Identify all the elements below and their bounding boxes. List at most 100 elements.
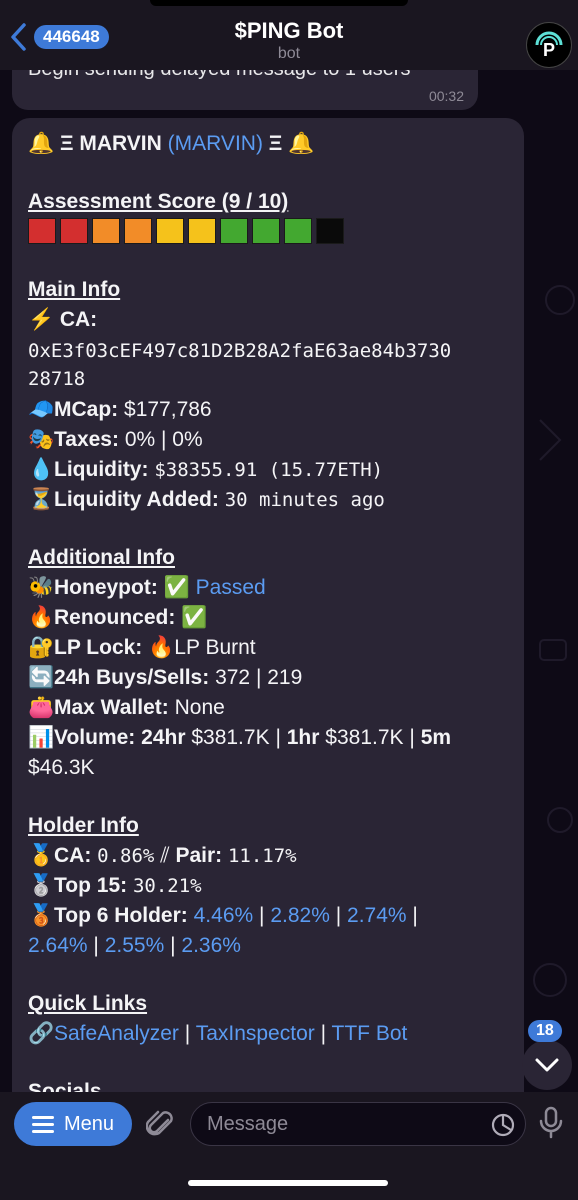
- token-name: MARVIN: [79, 132, 162, 155]
- top15-value: 30.21%: [132, 875, 202, 897]
- composer-bar: Menu Message: [0, 1092, 578, 1200]
- menu-label: Menu: [63, 1112, 115, 1135]
- holder-link[interactable]: 2.64%: [28, 934, 88, 957]
- renounced-row: 🔥Renounced: ✅: [28, 606, 207, 630]
- menu-button[interactable]: Menu: [14, 1102, 132, 1146]
- token-alert-message[interactable]: 🔔 Ξ MARVIN (MARVIN) Ξ 🔔 Assessment Score…: [12, 118, 524, 1118]
- main-info-heading: Main Info: [28, 278, 121, 301]
- mcap-row: 🧢MCap: $177,786: [28, 398, 212, 422]
- cap-icon: 🧢: [28, 398, 55, 421]
- separator: |: [259, 904, 265, 927]
- message-input[interactable]: Message: [190, 1102, 526, 1146]
- bar-chart-icon: 📊: [28, 726, 55, 749]
- hourglass-icon: ⏳: [28, 488, 55, 511]
- assessment-heading: Assessment Score (9 / 10): [28, 190, 289, 213]
- buys-sells-row: 🔄24h Buys/Sells: 372 | 219: [28, 666, 302, 690]
- score-square: [92, 218, 120, 244]
- contract-address-line2[interactable]: 28718: [28, 368, 85, 390]
- liquidity-added-value: 30 minutes ago: [224, 489, 385, 511]
- silver-medal-icon: 🥈: [28, 874, 55, 897]
- microphone-icon[interactable]: [538, 1106, 564, 1140]
- pair-label: Pair:: [175, 844, 223, 867]
- max-wallet-row: 👛Max Wallet: None: [28, 696, 225, 720]
- ttf-bot-link[interactable]: TTF Bot: [332, 1022, 408, 1045]
- repeat-icon: 🔄: [28, 666, 55, 689]
- sticker-icon[interactable]: [491, 1113, 515, 1137]
- additional-info-heading: Additional Info: [28, 546, 175, 569]
- volume-5m-value: $46.3K: [28, 756, 95, 779]
- holder-link[interactable]: 4.46%: [194, 904, 254, 927]
- score-square: [252, 218, 280, 244]
- message-placeholder: Message: [207, 1112, 289, 1135]
- hamburger-icon: [31, 1116, 54, 1133]
- max-wallet-label: Max Wallet:: [54, 696, 169, 719]
- gold-medal-icon: 🥇: [28, 844, 55, 867]
- fire-icon: 🔥: [148, 636, 175, 659]
- honeypot-label: Honeypot:: [54, 576, 158, 599]
- xi-symbol: Ξ: [60, 132, 74, 155]
- quick-links-row: 🔗SafeAnalyzer | TaxInspector | TTF Bot: [28, 1022, 407, 1046]
- buys-sells-label: 24h Buys/Sells:: [54, 666, 210, 689]
- separator: |: [412, 904, 418, 927]
- separator: |: [275, 726, 281, 749]
- liquidity-added-row: ⏳Liquidity Added: 30 minutes ago: [28, 488, 385, 512]
- bell-icon: 🔔: [288, 132, 315, 155]
- tax-inspector-link[interactable]: TaxInspector: [196, 1022, 315, 1045]
- mcap-label: MCap:: [54, 398, 119, 421]
- score-square: [316, 218, 344, 244]
- chat-title[interactable]: $PING Bot: [0, 18, 578, 44]
- volume-row: 📊Volume: 24hr $381.7K | 1hr $381.7K | 5m: [28, 726, 451, 750]
- holder-link[interactable]: 2.82%: [270, 904, 330, 927]
- holder-ca-value: 0.86%: [97, 845, 155, 867]
- fire-icon: 🔥: [28, 606, 55, 629]
- score-square: [284, 218, 312, 244]
- volume-1hr-label: 1hr: [286, 726, 320, 749]
- top15-label: Top 15:: [54, 874, 128, 897]
- previous-message-time: 00:32: [428, 88, 464, 104]
- safe-analyzer-link[interactable]: SafeAnalyzer: [54, 1022, 179, 1045]
- top6-label: Top 6 Holder:: [54, 904, 188, 927]
- token-title: 🔔 Ξ MARVIN (MARVIN) Ξ 🔔: [28, 132, 314, 156]
- score-square: [188, 218, 216, 244]
- assessment-score-bar: [28, 218, 348, 244]
- liquidity-row: 💧Liquidity: $38355.91 (15.77ETH): [28, 458, 383, 482]
- bot-avatar[interactable]: P: [526, 22, 572, 68]
- volume-24hr-label: 24hr: [141, 726, 186, 749]
- buys-sells-value: 372 | 219: [215, 666, 303, 689]
- token-ticker-link[interactable]: (MARVIN): [168, 132, 263, 155]
- holder-ca-label: CA:: [54, 844, 92, 867]
- ping-logo-icon: P: [529, 25, 569, 65]
- link-icon: 🔗: [28, 1022, 55, 1045]
- holder-link[interactable]: 2.74%: [347, 904, 407, 927]
- volume-label: Volume:: [54, 726, 136, 749]
- liquidity-label: Liquidity:: [54, 458, 149, 481]
- masks-icon: 🎭: [28, 428, 55, 451]
- holder-link[interactable]: 2.55%: [105, 934, 165, 957]
- home-indicator: [188, 1180, 388, 1186]
- paperclip-icon[interactable]: [146, 1108, 176, 1142]
- liquidity-added-label: Liquidity Added:: [54, 488, 219, 511]
- contract-address-line1[interactable]: 0xE3f03cEF497c81D2B28A2faE63ae84b3730: [28, 340, 451, 362]
- svg-text:P: P: [543, 40, 555, 60]
- holder-link[interactable]: 2.36%: [181, 934, 241, 957]
- honeypot-passed-link[interactable]: Passed: [196, 576, 266, 599]
- separator: |: [170, 934, 176, 957]
- top6-row-cont: 2.64% | 2.55% | 2.36%: [28, 934, 241, 958]
- top6-row: 🥉Top 6 Holder: 4.46% | 2.82% | 2.74% |: [28, 904, 418, 928]
- bronze-medal-icon: 🥉: [28, 904, 55, 927]
- lp-lock-row: 🔐LP Lock: 🔥LP Burnt: [28, 636, 256, 660]
- chat-header: 446648 $PING Bot bot P: [0, 0, 578, 70]
- separator: |: [93, 934, 99, 957]
- honeypot-row: 🐝Honeypot: ✅ Passed: [28, 576, 266, 600]
- check-icon: ✅: [181, 606, 208, 629]
- taxes-row: 🎭Taxes: 0% | 0%: [28, 428, 203, 452]
- lightning-icon: ⚡: [28, 308, 55, 331]
- scroll-to-bottom-button[interactable]: [522, 1040, 572, 1090]
- liquidity-value: $38355.91 (15.77ETH): [154, 459, 384, 481]
- taxes-label: Taxes:: [54, 428, 119, 451]
- unread-badge: 18: [528, 1020, 562, 1042]
- lp-lock-value: LP Burnt: [174, 636, 256, 659]
- separator: |: [184, 1022, 191, 1045]
- droplet-icon: 💧: [28, 458, 55, 481]
- volume-24hr-value: $381.7K: [191, 726, 270, 749]
